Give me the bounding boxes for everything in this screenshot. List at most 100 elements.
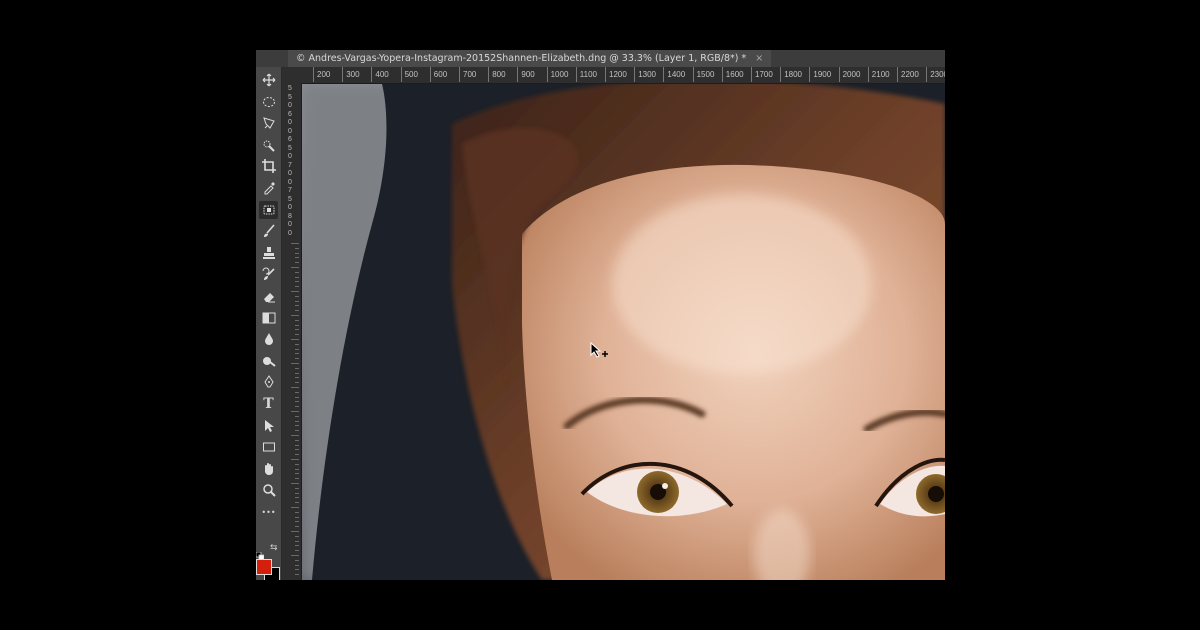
type-tool[interactable]: T: [259, 395, 278, 413]
ruler-tick: [295, 511, 299, 513]
ruler-tick: [295, 262, 299, 264]
gradient-icon: [262, 312, 275, 324]
ruler-tick: [295, 300, 299, 302]
tools-panel: T ••• ⇆: [256, 67, 282, 580]
ruler-tick: [295, 372, 299, 374]
zoom-tool[interactable]: [259, 481, 278, 499]
document-tab[interactable]: © Andres-Vargas-Yopera-Instagram-20152Sh…: [288, 50, 772, 67]
photoshop-window: © Andres-Vargas-Yopera-Instagram-20152Sh…: [256, 50, 945, 580]
ruler-tick-label: 6: [288, 110, 292, 118]
default-colors-icon[interactable]: [256, 545, 265, 561]
vertical-ruler[interactable]: 550600650700750800: [282, 83, 302, 580]
rectangle-icon: [262, 442, 275, 452]
dodge-icon: [262, 356, 276, 367]
ruler-tick-label: 5: [288, 144, 292, 152]
pen-icon: [263, 375, 274, 388]
document-tab-bar: © Andres-Vargas-Yopera-Instagram-20152Sh…: [256, 50, 945, 67]
ruler-tick-label: 1000: [546, 67, 569, 82]
close-icon[interactable]: ×: [755, 53, 763, 64]
ruler-tick-label: 0: [288, 153, 292, 160]
swap-colors-icon[interactable]: ⇆: [270, 543, 278, 553]
type-icon: T: [263, 396, 274, 412]
ruler-tick: [295, 286, 299, 288]
document-canvas[interactable]: [302, 84, 945, 580]
ruler-tick: [295, 305, 299, 307]
zoom-icon: [262, 484, 276, 498]
ruler-tick: [295, 401, 299, 403]
ruler-tick: [295, 310, 299, 312]
ruler-tick-label: 1200: [605, 67, 627, 82]
ruler-tick: [295, 329, 299, 331]
clone-stamp-tool[interactable]: [259, 244, 278, 262]
ruler-tick: [295, 535, 299, 537]
ruler-tick-label: 600: [429, 67, 448, 82]
ruler-tick: [295, 526, 299, 528]
move-cursor-icon: [590, 342, 608, 358]
crop-tool[interactable]: [259, 157, 278, 175]
ruler-tick: [295, 276, 299, 278]
eyedropper-tool[interactable]: [259, 179, 278, 197]
ruler-tick-label: 0: [288, 127, 292, 135]
ruler-tick-label: 1600: [721, 67, 744, 82]
ruler-tick-label: 5: [288, 93, 292, 101]
ruler-tick-label: 7: [288, 161, 292, 169]
eraser-tool[interactable]: [259, 287, 278, 305]
ruler-tick-label: 300: [342, 67, 360, 82]
ruler-tick-label: 400: [371, 67, 389, 82]
ruler-tick-label: 8: [288, 212, 292, 220]
brush-tool[interactable]: [259, 222, 278, 240]
ruler-tick: [291, 507, 299, 508]
ruler-tick: [295, 521, 299, 523]
foreground-color-swatch[interactable]: [256, 559, 272, 575]
ruler-tick: [295, 468, 299, 470]
polygonal-lasso-icon: [262, 117, 275, 130]
ellipse-marquee-icon: [262, 96, 275, 107]
ruler-tick: [291, 363, 299, 364]
hand-tool[interactable]: [259, 460, 278, 478]
quick-selection-tool[interactable]: [259, 136, 278, 154]
ruler-tick: [295, 425, 299, 427]
lasso-tool[interactable]: [259, 114, 278, 132]
ruler-tick-label: 0: [288, 178, 292, 186]
ruler-origin[interactable]: [282, 67, 301, 83]
ruler-tick: [291, 291, 299, 292]
ruler-tick: [291, 387, 299, 388]
marquee-tool[interactable]: [259, 93, 278, 111]
ruler-tick: [295, 564, 299, 566]
dodge-tool[interactable]: [259, 352, 278, 370]
ruler-tick-label: 800: [488, 67, 506, 82]
gradient-tool[interactable]: [259, 309, 278, 327]
ruler-tick: [295, 247, 299, 249]
edit-toolbar[interactable]: •••: [259, 503, 278, 521]
ruler-tick: [295, 348, 299, 350]
history-brush-tool[interactable]: [259, 265, 278, 283]
ruler-tick: [295, 324, 299, 326]
ruler-tick-label: 5: [288, 195, 292, 203]
ruler-tick-label: 0: [288, 170, 292, 177]
ruler-tick-label: 2300: [926, 67, 945, 82]
pen-tool[interactable]: [259, 373, 278, 391]
ruler-tick-label: 700: [458, 67, 477, 82]
blur-tool[interactable]: [259, 330, 278, 348]
brush-icon: [263, 224, 275, 238]
ruler-tick-label: 2000: [838, 67, 861, 82]
move-tool[interactable]: [259, 71, 278, 89]
ruler-tick-label: 0: [288, 119, 292, 126]
ruler-tick-label: 1100: [575, 67, 597, 82]
ruler-tick-label: 1500: [692, 67, 715, 82]
eraser-icon: [263, 293, 275, 303]
ruler-tick: [295, 353, 299, 355]
ruler-tick-label: 5: [288, 85, 292, 92]
ruler-tick: [295, 396, 299, 398]
ruler-tick: [295, 439, 299, 441]
rectangle-tool[interactable]: [259, 438, 278, 456]
horizontal-ruler[interactable]: 200 300 400 500 600 700 800 900 1000 1100 1200 1300…: [301, 67, 945, 84]
patch-tool[interactable]: [259, 200, 278, 219]
ruler-tick-label: 0: [288, 102, 292, 109]
ruler-tick: [291, 339, 299, 340]
ruler-tick: [291, 411, 299, 412]
more-icon: •••: [261, 508, 276, 517]
path-selection-tool[interactable]: [259, 417, 278, 435]
ruler-tick: [295, 516, 299, 518]
ruler-tick-label: 1700: [751, 67, 773, 82]
